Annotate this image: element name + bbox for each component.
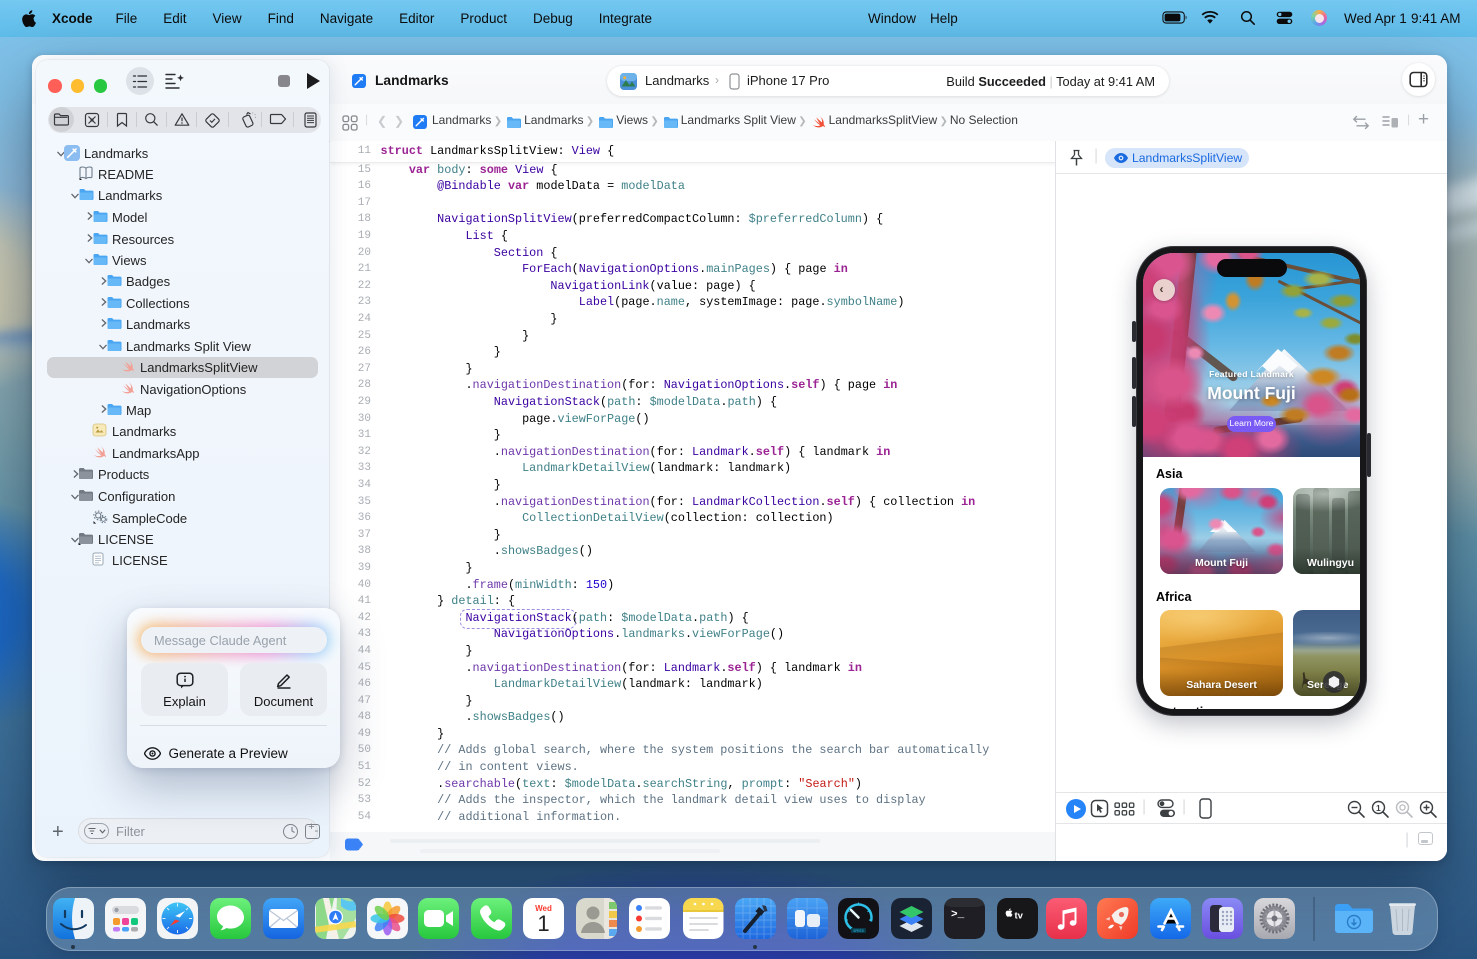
svg-text:1: 1 [537,911,549,936]
svg-text:>_: >_ [951,909,965,921]
svg-text:SPEED: SPEED [853,930,864,934]
svg-text:1: 1 [1376,802,1381,812]
svg-text:tv: tv [1014,911,1023,922]
